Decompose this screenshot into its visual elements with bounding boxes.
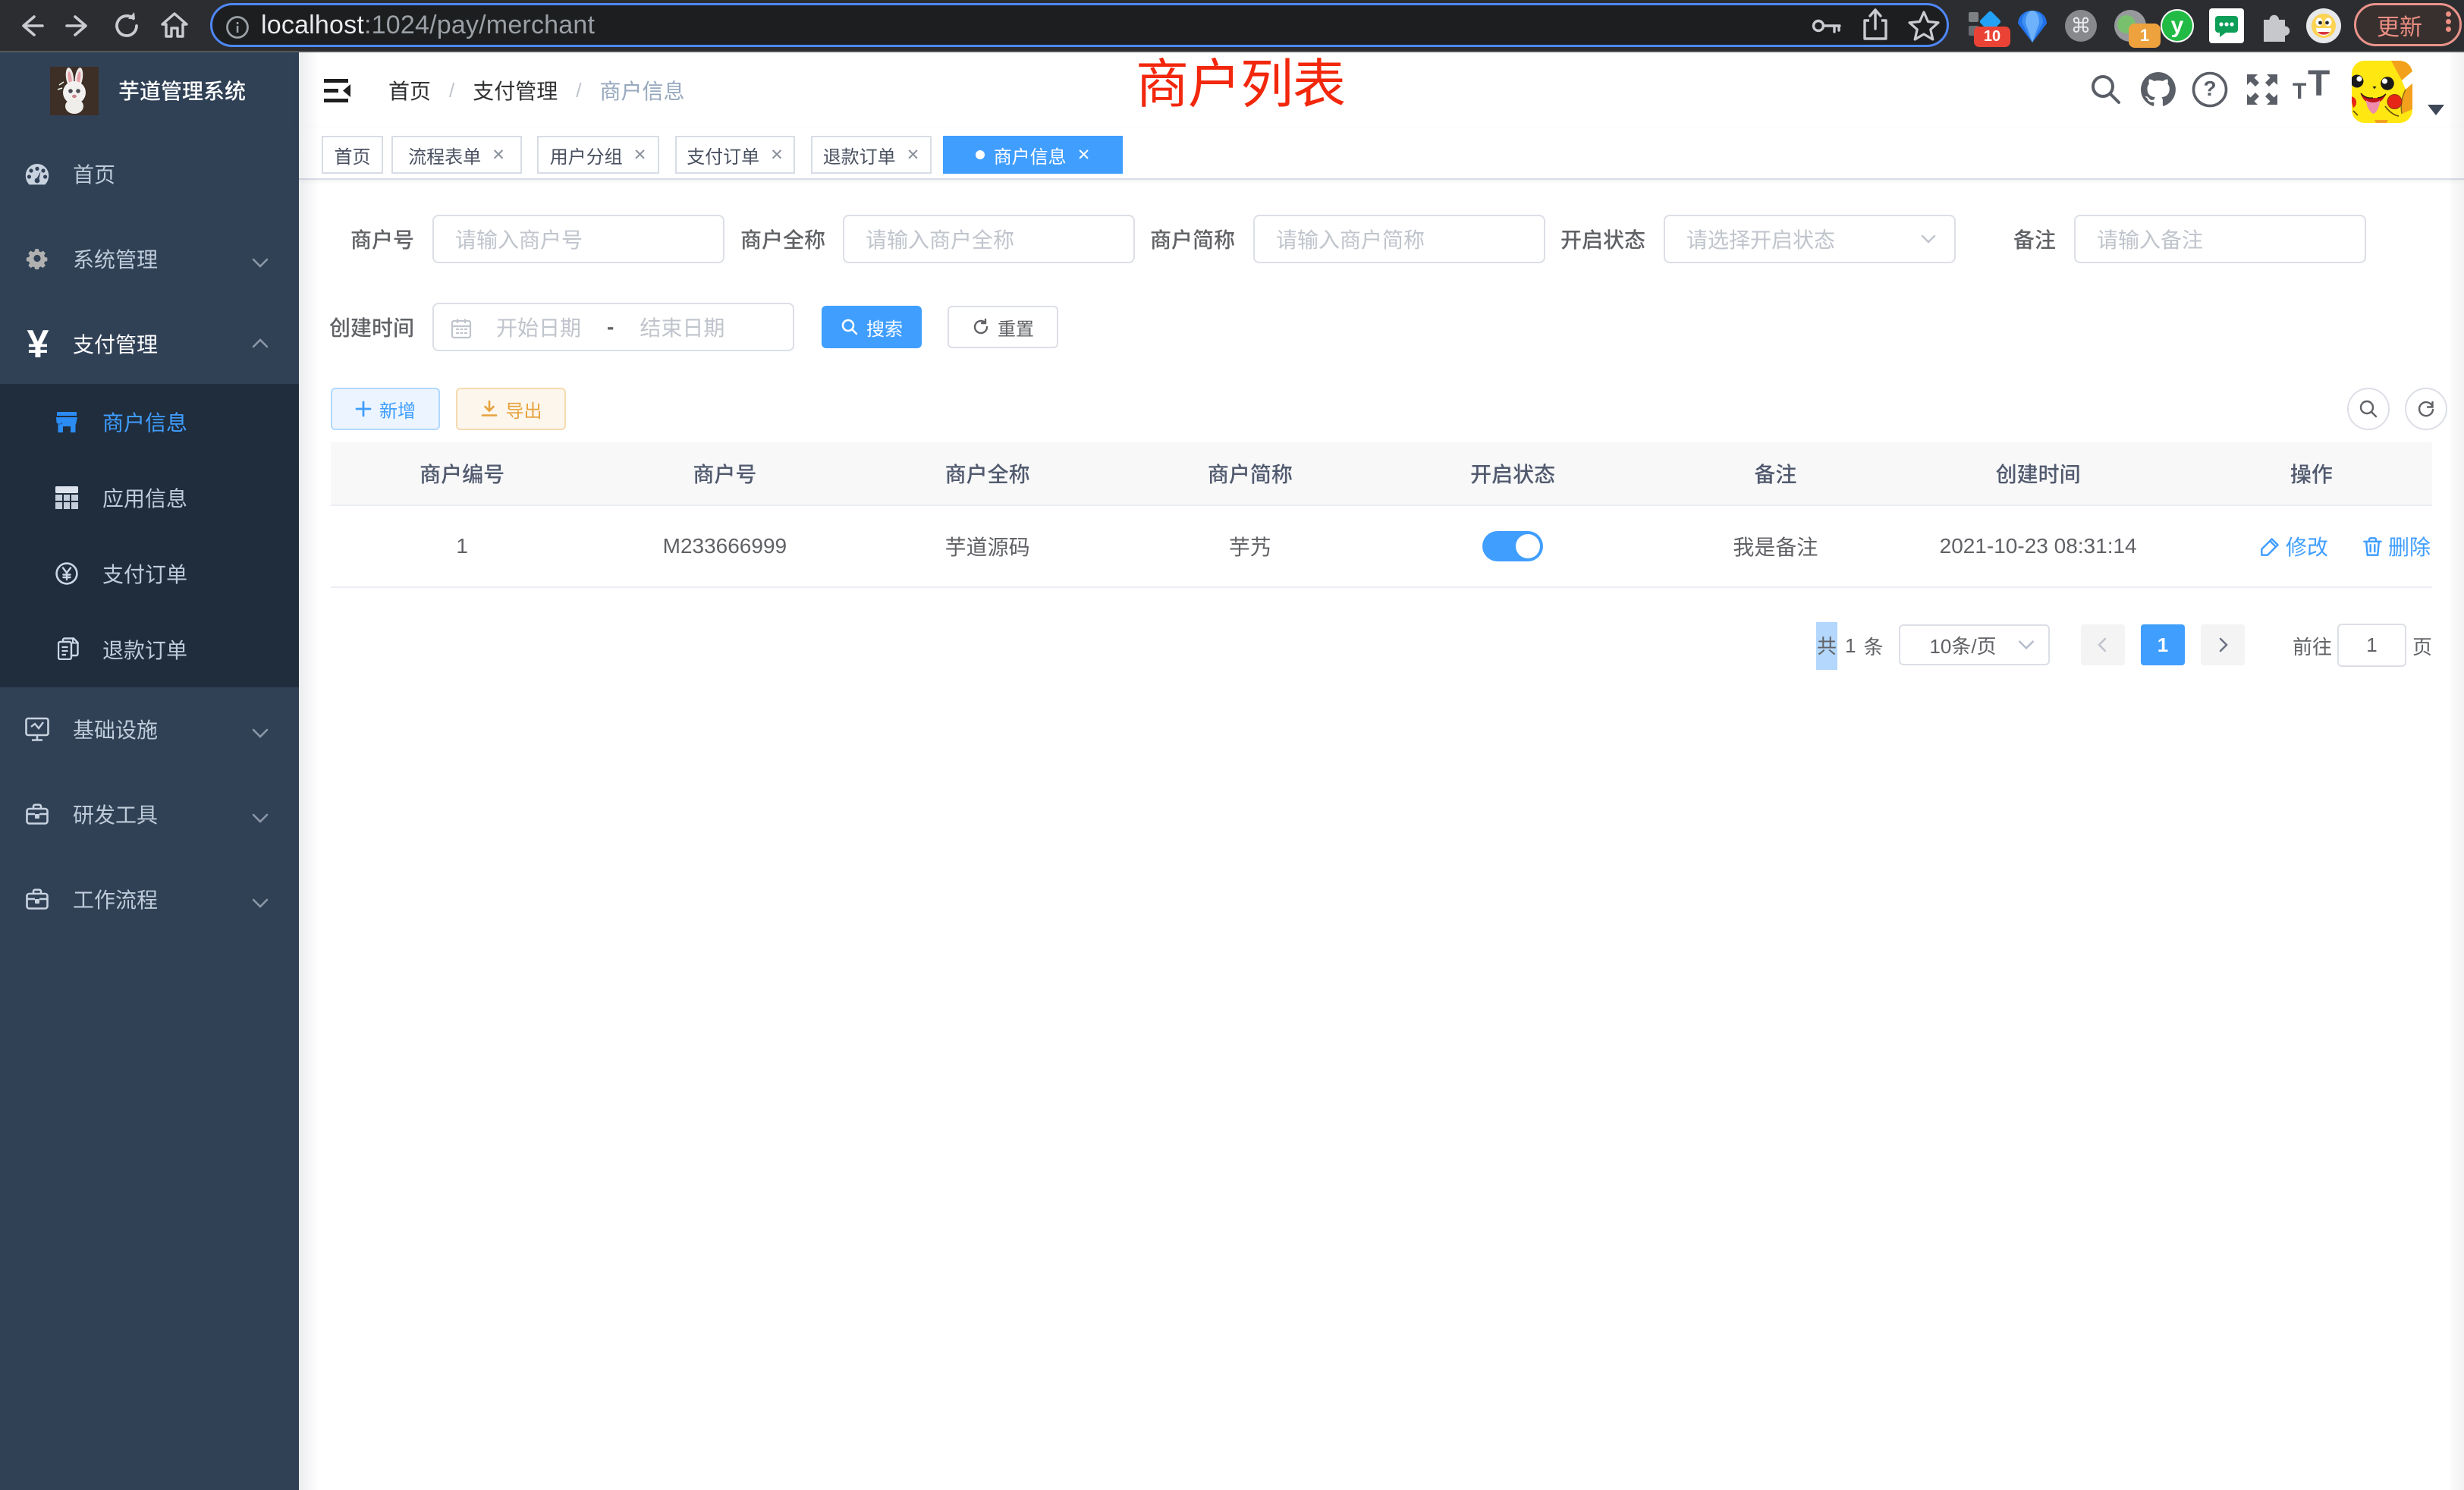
svg-text:⌘: ⌘: [2071, 14, 2092, 37]
svg-text:y: y: [2171, 13, 2184, 38]
svg-text:?: ?: [2203, 77, 2216, 100]
